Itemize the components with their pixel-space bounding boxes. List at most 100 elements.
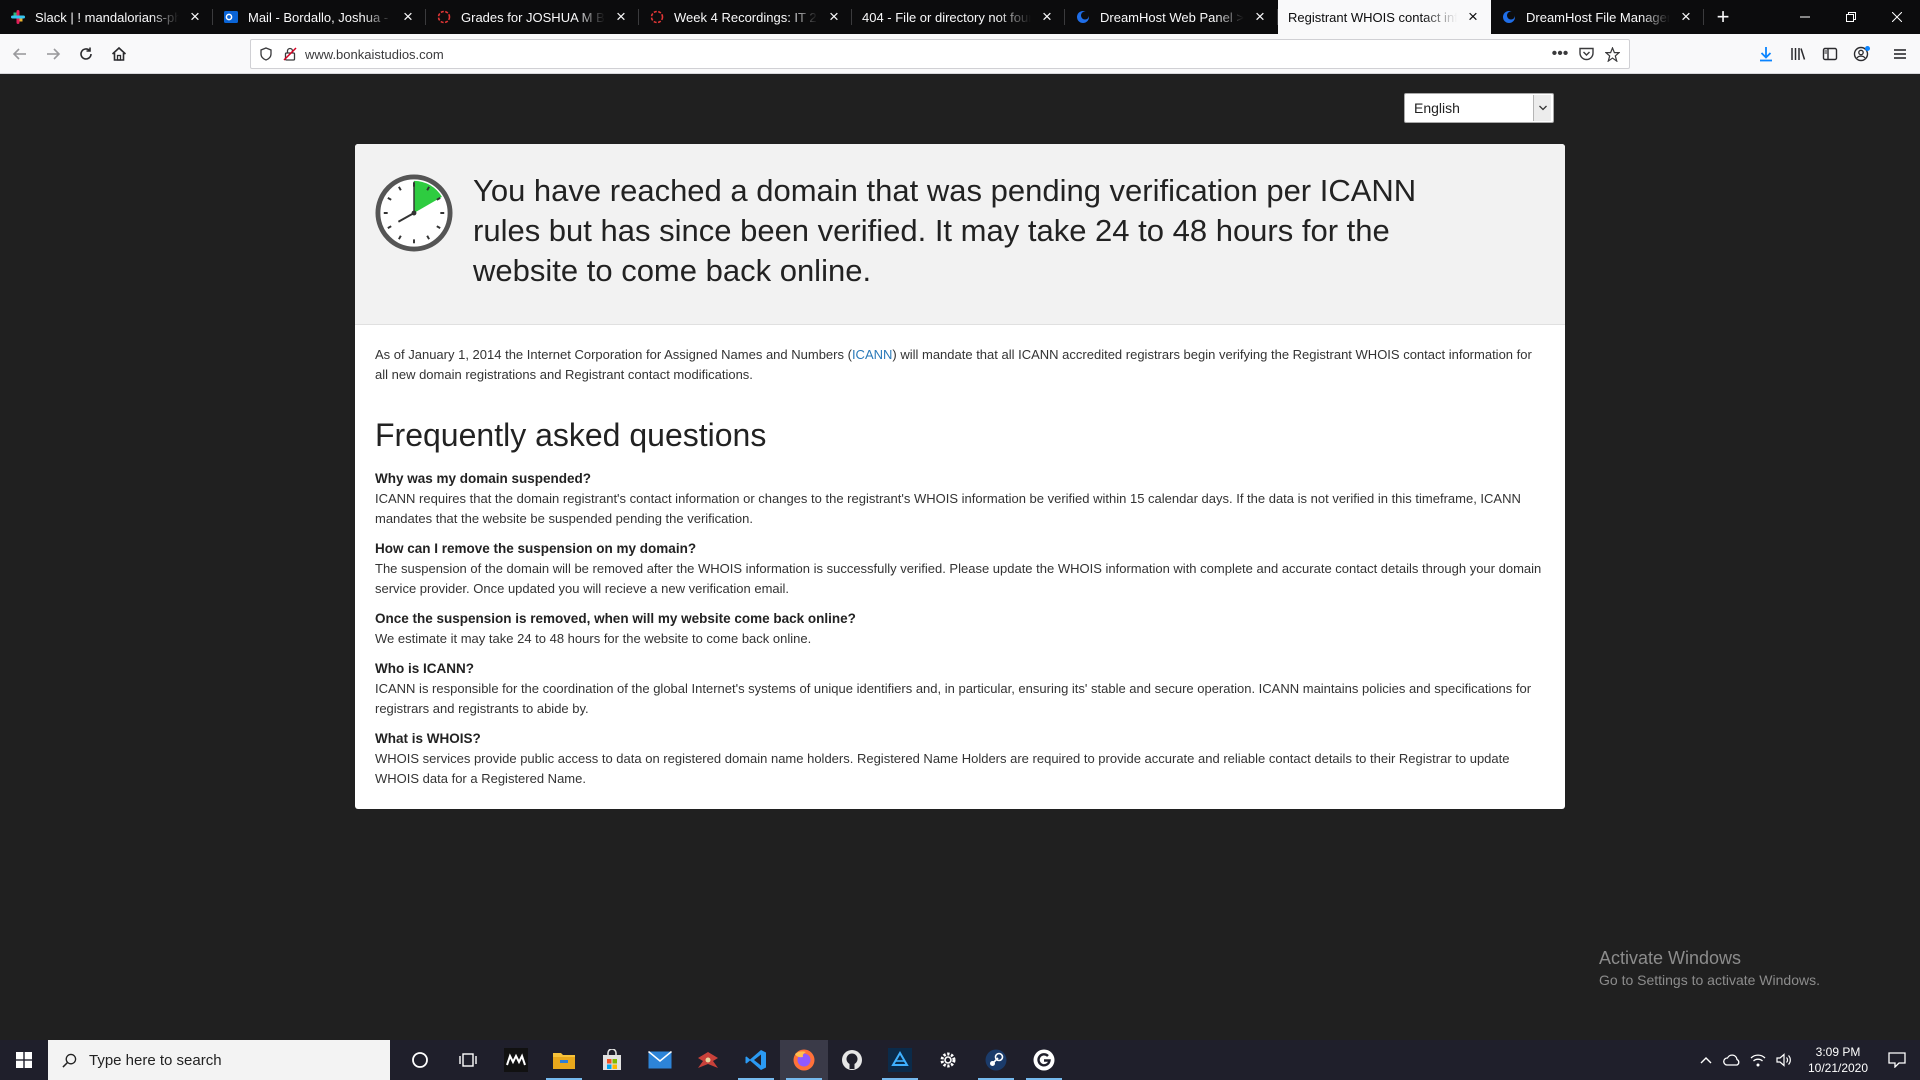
faq-question: How can I remove the suspension on my do…: [375, 541, 697, 556]
insecure-lock-icon[interactable]: [283, 47, 297, 61]
close-icon[interactable]: ×: [1250, 7, 1270, 27]
cortana-icon[interactable]: [396, 1040, 444, 1080]
close-icon[interactable]: ×: [398, 7, 418, 27]
loading-icon: [436, 9, 452, 25]
library-button[interactable]: [1782, 38, 1814, 70]
github-desktop-icon[interactable]: [1020, 1040, 1068, 1080]
page-content: English You have reached a domain that w…: [0, 74, 1920, 1040]
tab-title: Slack | ! mandalorians-php | !: [35, 9, 179, 25]
window-controls: [1782, 0, 1920, 34]
tab-404[interactable]: 404 - File or directory not found. ×: [852, 0, 1065, 34]
sidebar-icon: [1822, 47, 1838, 61]
faq-item: Who is ICANN? ICANN is responsible for t…: [375, 659, 1545, 719]
dev-tool-icon[interactable]: [876, 1040, 924, 1080]
mail-icon[interactable]: [636, 1040, 684, 1080]
close-icon[interactable]: ×: [1463, 7, 1483, 27]
activate-windows-watermark: Activate Windows Go to Settings to activ…: [1599, 946, 1820, 990]
tab-title: 404 - File or directory not found.: [862, 9, 1031, 25]
mw-app-icon[interactable]: [492, 1040, 540, 1080]
chevron-down-icon[interactable]: [1533, 95, 1551, 121]
dreamhost-icon: [1501, 9, 1517, 25]
library-icon: [1791, 48, 1806, 60]
close-icon[interactable]: ×: [1676, 7, 1696, 27]
game-app-icon[interactable]: [684, 1040, 732, 1080]
pocket-icon[interactable]: [1575, 43, 1597, 65]
reload-button[interactable]: [70, 38, 102, 70]
headline: You have reached a domain that was pendi…: [473, 173, 1417, 288]
page-actions-icon[interactable]: •••: [1549, 43, 1571, 65]
faq-question: Why was my domain suspended?: [375, 471, 592, 486]
restore-button[interactable]: [1828, 0, 1874, 34]
language-select[interactable]: English: [1404, 93, 1554, 123]
firefox-icon[interactable]: [780, 1040, 828, 1080]
close-icon[interactable]: ×: [611, 7, 631, 27]
navigation-bar: www.bonkaistudios.com •••: [0, 34, 1920, 74]
chevron-up-icon[interactable]: [1694, 1040, 1718, 1080]
notice-header: You have reached a domain that was pendi…: [355, 144, 1565, 325]
close-icon[interactable]: ×: [1037, 7, 1057, 27]
tab-grades[interactable]: Grades for JOSHUA M BORDALLO ×: [426, 0, 639, 34]
tab-title: Mail - Bordallo, Joshua - Outlook: [248, 9, 392, 25]
tab-title: DreamHost Web Panel > Domains: [1100, 9, 1244, 25]
store-icon[interactable]: [588, 1040, 636, 1080]
taskbar-search[interactable]: Type here to search: [48, 1040, 390, 1080]
tab-registrant-whois[interactable]: Registrant WHOIS contact information ×: [1278, 0, 1491, 34]
notice-body: As of January 1, 2014 the Internet Corpo…: [355, 325, 1565, 789]
watermark-subtitle: Go to Settings to activate Windows.: [1599, 972, 1820, 988]
url-text[interactable]: www.bonkaistudios.com: [305, 47, 444, 62]
close-icon[interactable]: ×: [185, 7, 205, 27]
onedrive-icon[interactable]: [1720, 1040, 1744, 1080]
faq-item: What is WHOIS? WHOIS services provide pu…: [375, 729, 1545, 789]
close-window-button[interactable]: [1874, 0, 1920, 34]
windows-logo-icon: [16, 1052, 32, 1068]
home-button[interactable]: [103, 38, 135, 70]
github-icon[interactable]: [828, 1040, 876, 1080]
reload-icon: [80, 47, 92, 60]
faq-title: Frequently asked questions: [375, 417, 767, 453]
icann-link[interactable]: ICANN: [852, 347, 892, 362]
faq-question: Who is ICANN?: [375, 661, 474, 676]
menu-button[interactable]: [1884, 38, 1916, 70]
dreamhost-icon: [1075, 9, 1091, 25]
bookmark-star-icon[interactable]: [1601, 43, 1623, 65]
system-tray: 3:09 PM 10/21/2020: [1694, 1040, 1920, 1080]
outlook-icon: [223, 9, 239, 25]
watermark-title: Activate Windows: [1599, 948, 1742, 968]
loading-icon: [649, 9, 665, 25]
volume-icon[interactable]: [1772, 1040, 1796, 1080]
start-button[interactable]: [0, 1040, 48, 1080]
tab-title: DreamHost File Manager: [1526, 9, 1670, 25]
forward-button[interactable]: [37, 38, 69, 70]
tab-dreamhost-panel[interactable]: DreamHost Web Panel > Domains ×: [1065, 0, 1278, 34]
tab-title: Registrant WHOIS contact information: [1288, 9, 1457, 25]
account-button[interactable]: [1846, 38, 1878, 70]
steam-icon[interactable]: [972, 1040, 1020, 1080]
sidebar-button[interactable]: [1814, 38, 1846, 70]
tab-title: Grades for JOSHUA M BORDALLO: [461, 9, 605, 25]
language-value: English: [1414, 100, 1460, 116]
action-center-button[interactable]: [1874, 1040, 1920, 1080]
downloads-button[interactable]: [1750, 38, 1782, 70]
settings-gear-icon[interactable]: [924, 1040, 972, 1080]
notification-icon: [1888, 1052, 1906, 1068]
vscode-icon[interactable]: [732, 1040, 780, 1080]
shield-icon[interactable]: [259, 47, 273, 61]
tab-recordings[interactable]: Week 4 Recordings: IT 261 F2 ×: [639, 0, 852, 34]
tab-slack[interactable]: Slack | ! mandalorians-php | ! ×: [0, 0, 213, 34]
clock-date: 10/21/2020: [1807, 1061, 1869, 1075]
new-tab-button[interactable]: +: [1704, 0, 1742, 34]
faq-item: Why was my domain suspended? ICANN requi…: [375, 469, 1545, 529]
url-bar[interactable]: www.bonkaistudios.com •••: [250, 39, 1630, 69]
back-button[interactable]: [4, 38, 36, 70]
tab-outlook[interactable]: Mail - Bordallo, Joshua - Outlook ×: [213, 0, 426, 34]
file-explorer-icon[interactable]: [540, 1040, 588, 1080]
wifi-icon[interactable]: [1746, 1040, 1770, 1080]
taskbar-clock[interactable]: 3:09 PM 10/21/2020: [1802, 1044, 1874, 1076]
notice-card: You have reached a domain that was pendi…: [355, 144, 1565, 809]
minimize-button[interactable]: [1782, 0, 1828, 34]
close-icon[interactable]: ×: [824, 7, 844, 27]
task-view-icon[interactable]: [444, 1040, 492, 1080]
download-icon: [1760, 47, 1772, 62]
tab-dreamhost-files[interactable]: DreamHost File Manager ×: [1491, 0, 1704, 34]
search-icon: [62, 1053, 77, 1068]
